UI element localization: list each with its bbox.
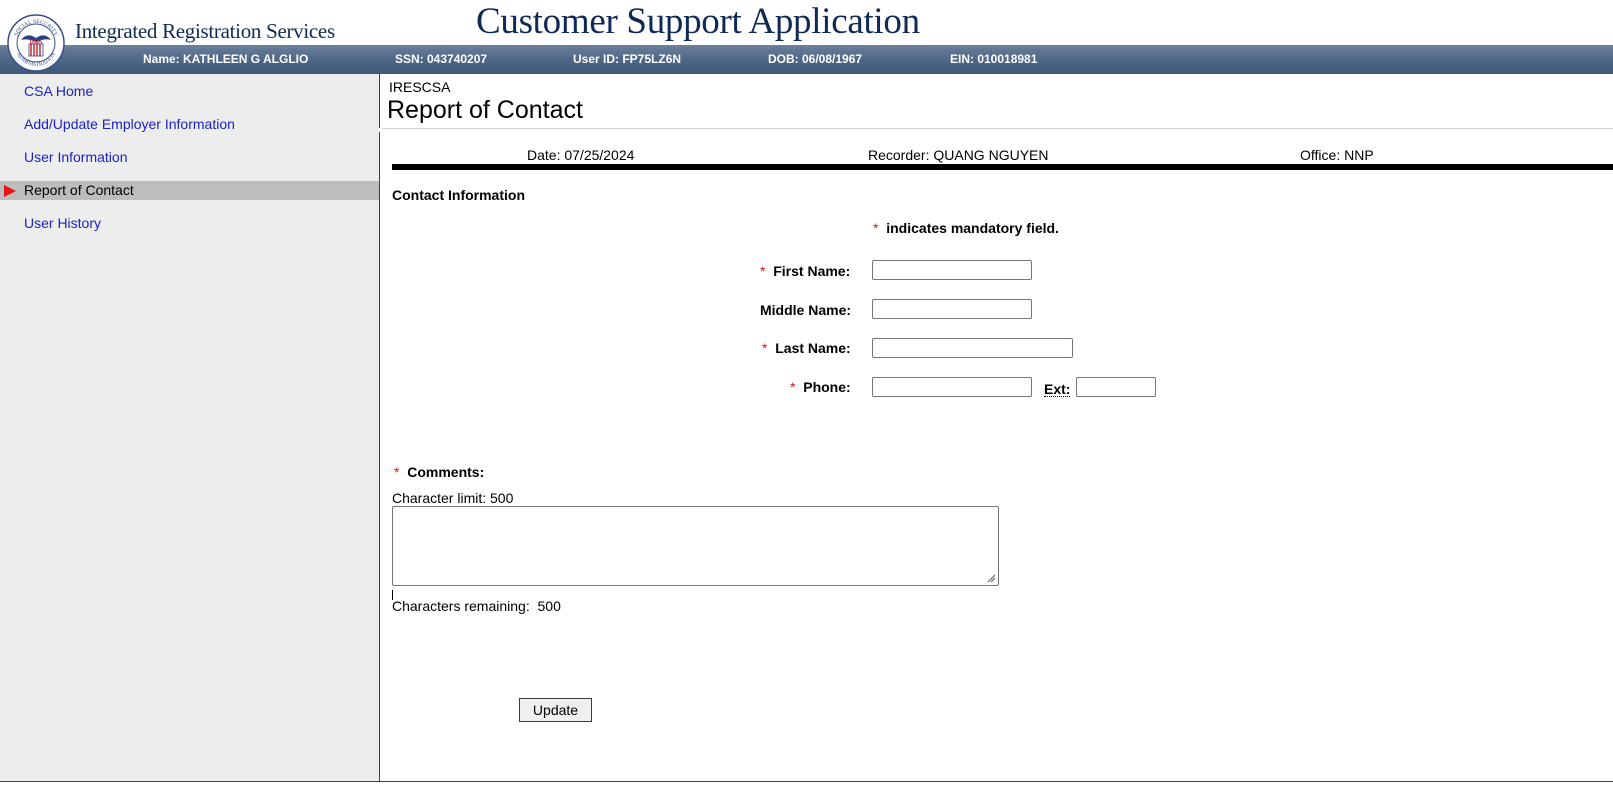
last-name-label-text: Last Name: [775,340,851,356]
user-ein: EIN: 010018981 [950,52,1038,66]
required-marker: * [762,340,768,356]
system-name: Integrated Registration Services [75,19,335,43]
sidebar-item-user-information[interactable]: User Information [0,148,379,167]
divider-gap [379,128,382,132]
user-id: User ID: FP75LZ6N [573,52,682,66]
comments-label: * Comments: [394,464,484,480]
middle-name-input[interactable] [872,299,1032,319]
comments-textarea[interactable] [392,506,999,586]
sidebar-item-label[interactable]: User Information [24,149,127,165]
first-name-input[interactable] [872,260,1032,280]
phone-input[interactable] [872,377,1032,397]
sidebar-item-label[interactable]: Report of Contact [24,182,134,198]
user-info-bar: Name: KATHLEEN G ALGLIO SSN: 043740207 U… [0,45,1613,74]
character-limit: Character limit: 500 [392,490,514,506]
characters-remaining: Characters remaining: 500 [392,598,561,614]
sidebar-item-report-of-contact[interactable]: Report of Contact [0,181,379,200]
sidebar-item-label[interactable]: CSA Home [24,83,93,99]
user-ssn: SSN: 043740207 [395,52,488,66]
active-arrow-icon [4,185,16,197]
phone-extension-input[interactable] [1076,377,1156,397]
comments-label-text: Comments: [407,464,485,480]
sidebar-item-label[interactable]: User History [24,215,101,231]
sidebar-item-label[interactable]: Add/Update Employer Information [24,116,235,132]
office-code: Office: NNP [1300,147,1374,163]
mandatory-note: * indicates mandatory field. [873,220,1059,236]
required-marker: * [790,379,796,395]
section-divider [392,164,1613,170]
last-name-label: * Last Name: [762,340,851,356]
required-marker: * [873,220,879,236]
update-button[interactable]: Update [519,698,592,722]
sidebar-item-add-update-employer[interactable]: Add/Update Employer Information [0,115,379,134]
characters-remaining-label: Characters remaining: [392,598,530,614]
last-name-input[interactable] [872,338,1073,358]
sidebar-nav: CSA Home Add/Update Employer Information… [0,74,380,781]
ext-label: Ext: [1044,381,1071,397]
first-name-label: * First Name: [760,263,850,279]
title-divider [380,128,1613,129]
phone-label: * Phone: [790,379,851,395]
user-dob: DOB: 06/08/1967 [768,52,863,66]
required-marker: * [394,464,400,480]
svg-text:USA: USA [30,40,43,46]
app-title: Customer Support Application [476,1,920,42]
characters-remaining-value: 500 [537,598,561,614]
required-marker: * [760,263,766,279]
sidebar-item-user-history[interactable]: User History [0,214,379,233]
main-content: IRESCSA Report of Contact Date: 07/25/20… [379,74,1613,781]
ssa-seal-logo: SOCIAL SECURITY ADMINISTRATION USA [7,14,65,72]
resize-handle-icon[interactable] [986,573,996,583]
contact-date: Date: 07/25/2024 [527,147,635,163]
breadcrumb: IRESCSA [389,79,451,95]
mandatory-note-text: indicates mandatory field. [886,220,1059,236]
section-title: Contact Information [392,187,525,203]
user-name: Name: KATHLEEN G ALGLIO [143,52,309,66]
page-title: Report of Contact [387,96,583,124]
phone-label-text: Phone: [803,379,851,395]
app-header: Integrated Registration Services Custome… [0,0,1613,45]
first-name-label-text: First Name: [773,263,851,279]
footer-divider [0,781,1613,782]
recorder-name: Recorder: QUANG NGUYEN [868,147,1049,163]
sidebar-item-csa-home[interactable]: CSA Home [0,82,379,101]
middle-name-label: Middle Name: [760,302,852,318]
